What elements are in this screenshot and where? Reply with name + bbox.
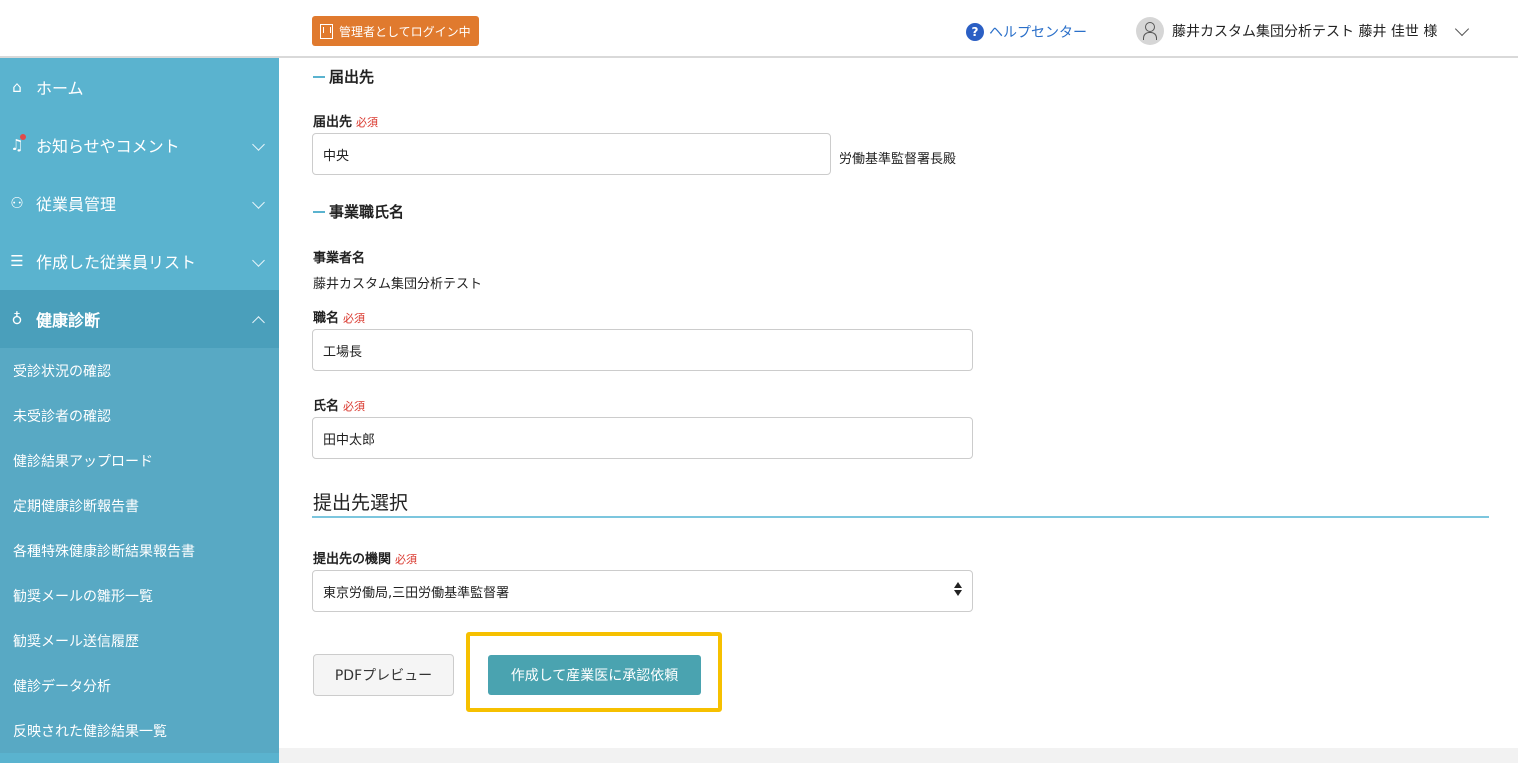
- field-label: 氏名: [313, 399, 340, 414]
- avatar: [1136, 17, 1164, 45]
- chevron-down-icon: [252, 196, 265, 209]
- field-label: 職名: [313, 311, 340, 326]
- footer-strip: [279, 748, 1518, 763]
- health-checkup-submenu: 受診状況の確認 未受診者の確認 健診結果アップロード 定期健康診断報告書 各種特…: [0, 348, 279, 753]
- stethoscope-icon: ♁: [11, 310, 23, 328]
- todokede-label: 届出先 必須: [313, 111, 378, 130]
- sidebar-item-label: 作成した従業員リスト: [36, 253, 197, 272]
- section-divider: [312, 516, 1489, 518]
- field-label: 届出先: [313, 115, 353, 130]
- user-name: 藤井カスタム集団分析テスト 藤井 佳世 様: [1172, 24, 1438, 40]
- required-badge: 必須: [343, 312, 366, 325]
- required-badge: 必須: [356, 116, 379, 129]
- todokede-value: 中央: [323, 148, 350, 164]
- sidebar-item-employee-lists[interactable]: ☰ 作成した従業員リスト: [0, 232, 279, 290]
- sidebar-subitem[interactable]: 健診結果アップロード: [0, 438, 279, 483]
- shimei-value: 田中太郎: [323, 432, 376, 448]
- help-center-link[interactable]: ? ヘルプセンター: [966, 22, 1087, 42]
- sidebar-subitem[interactable]: 未受診者の確認: [0, 393, 279, 438]
- chevron-down-icon: [252, 138, 265, 151]
- kikan-select[interactable]: 東京労働局,三田労働基準監督署: [312, 570, 973, 612]
- section-heading-label: 事業職氏名: [329, 203, 405, 221]
- select-arrows-icon: [954, 582, 962, 596]
- required-badge: 必須: [395, 553, 418, 566]
- section-dash: [313, 210, 325, 213]
- sidebar-item-notifications[interactable]: ♫ お知らせやコメント: [0, 116, 279, 174]
- sidebar-subitem[interactable]: 各種特殊健康診断結果報告書: [0, 528, 279, 573]
- people-icon: ⚇: [10, 194, 24, 212]
- todokede-suffix: 労働基準監督署長殿: [839, 152, 957, 167]
- home-icon: ⌂: [12, 78, 22, 96]
- section-dash: [313, 75, 325, 78]
- jigyosha-label: 事業者名: [313, 251, 366, 266]
- question-icon: ?: [966, 23, 984, 41]
- sidebar-subitem[interactable]: 勧奨メール送信履歴: [0, 618, 279, 663]
- sidebar-item-label: 従業員管理: [36, 195, 117, 214]
- notification-dot: [20, 134, 26, 140]
- building-icon: [320, 23, 333, 39]
- report-form: 届出先 届出先 必須 中央 労働基準監督署長殿 事業職氏名 事業者名 藤井カスタム…: [279, 58, 1518, 748]
- chevron-up-icon: [252, 316, 265, 329]
- list-person-icon: ☰: [10, 252, 24, 270]
- sidebar-item-home[interactable]: ⌂ ホーム: [0, 58, 279, 116]
- sidebar-subitem[interactable]: 定期健康診断報告書: [0, 483, 279, 528]
- create-and-request-approval-button[interactable]: 作成して産業医に承認依頼: [488, 655, 701, 695]
- shokumei-input[interactable]: 工場長: [312, 329, 973, 371]
- sidebar-subitem[interactable]: 勧奨メールの雛形一覧: [0, 573, 279, 618]
- jigyosha-value: 藤井カスタム集団分析テスト: [313, 277, 483, 292]
- kikan-selected-value: 東京労働局,三田労働基準監督署: [323, 585, 510, 601]
- shokumei-label: 職名 必須: [313, 307, 365, 326]
- section-heading-todokede: 届出先: [313, 66, 374, 87]
- field-label: 提出先の機関: [313, 552, 392, 567]
- section-heading-jigyo: 事業職氏名: [313, 201, 404, 222]
- chevron-down-icon: [1455, 21, 1470, 36]
- admin-badge-label: 管理者としてログイン中: [339, 24, 471, 39]
- kikan-label: 提出先の機関 必須: [313, 548, 417, 567]
- sidebar: ⌂ ホーム ♫ お知らせやコメント ⚇ 従業員管理 ☰ 作成した従業員リスト ♁…: [0, 58, 279, 763]
- help-center-label: ヘルプセンター: [989, 25, 1087, 41]
- top-header: 管理者としてログイン中 ? ヘルプセンター 藤井カスタム集団分析テスト 藤井 佳…: [0, 0, 1518, 58]
- shokumei-value: 工場長: [323, 344, 363, 360]
- sidebar-subitem[interactable]: 健診データ分析: [0, 663, 279, 708]
- sidebar-subitem[interactable]: 反映された健診結果一覧: [0, 708, 279, 753]
- user-menu[interactable]: 藤井カスタム集団分析テスト 藤井 佳世 様: [1136, 17, 1470, 45]
- sidebar-item-label: 健康診断: [36, 311, 101, 330]
- shimei-label: 氏名 必須: [313, 395, 365, 414]
- shimei-input[interactable]: 田中太郎: [312, 417, 973, 459]
- todokede-input[interactable]: 中央: [312, 133, 831, 175]
- sidebar-item-health-checkup[interactable]: ♁ 健康診断: [0, 290, 279, 348]
- required-badge: 必須: [343, 400, 366, 413]
- sidebar-item-employees[interactable]: ⚇ 従業員管理: [0, 174, 279, 232]
- sidebar-item-label: ホーム: [36, 79, 84, 98]
- chevron-down-icon: [252, 254, 265, 267]
- admin-login-badge: 管理者としてログイン中: [312, 16, 479, 46]
- section-heading-label: 届出先: [329, 68, 375, 86]
- submit-section-title: 提出先選択: [313, 492, 409, 514]
- pdf-preview-button[interactable]: PDFプレビュー: [313, 654, 454, 696]
- sidebar-item-label: お知らせやコメント: [36, 137, 180, 156]
- sidebar-subitem[interactable]: 受診状況の確認: [0, 348, 279, 393]
